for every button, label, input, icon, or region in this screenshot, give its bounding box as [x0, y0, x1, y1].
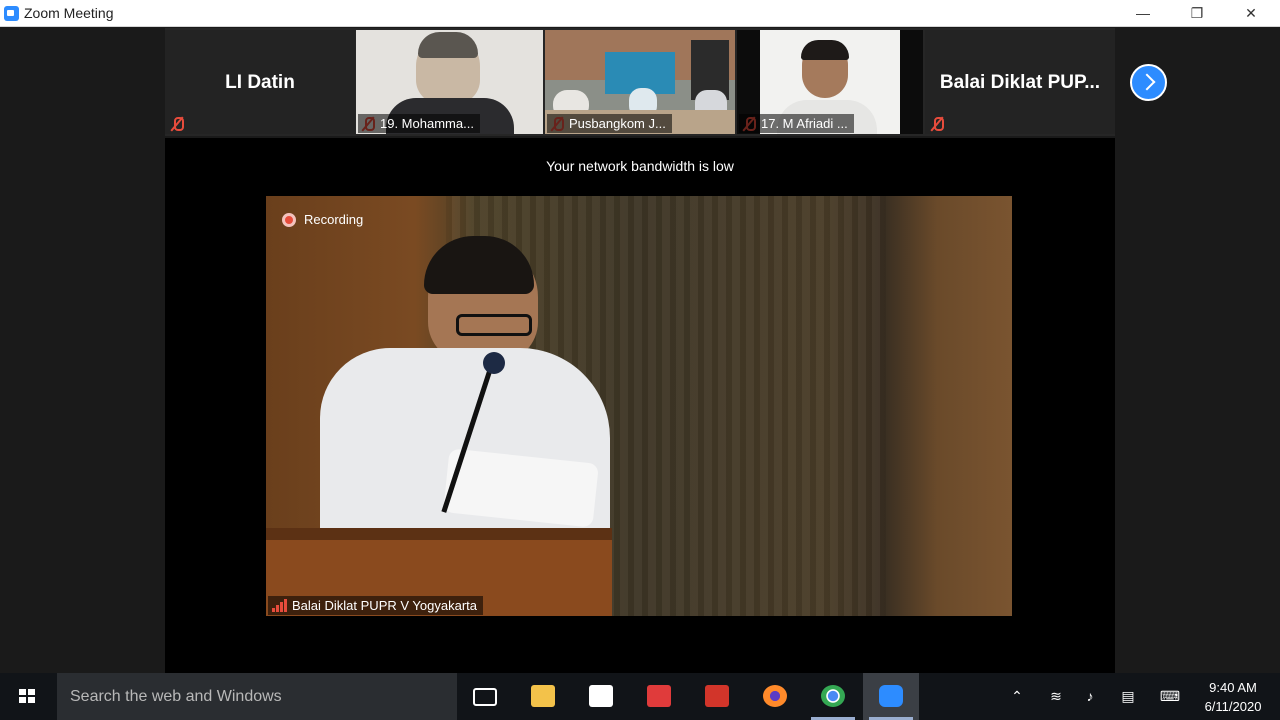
volume-icon[interactable]: ♪: [1078, 673, 1102, 720]
mic-muted-icon: [929, 116, 945, 132]
reader-button[interactable]: [631, 673, 687, 720]
speaker-label: Balai Diklat PUPR V Yogyakarta: [268, 596, 483, 615]
folder-icon: [531, 685, 555, 707]
zoom-taskbar-button[interactable]: [863, 673, 919, 720]
start-button[interactable]: [0, 673, 56, 720]
wifi-icon[interactable]: ≋: [1044, 673, 1068, 720]
zoom-icon: [879, 685, 903, 707]
task-view-icon: [473, 688, 497, 706]
reader-icon: [647, 685, 671, 707]
taskbar-search[interactable]: Search the web and Windows: [57, 673, 457, 720]
store-icon: [589, 685, 613, 707]
taskbar: Search the web and Windows ⌃ ≋ ♪ ▤ ⌨ 9:4…: [0, 673, 1280, 720]
participant-tile[interactable]: LI Datin: [165, 30, 355, 134]
clock-time: 9:40 AM: [1209, 680, 1257, 695]
participant-label: 17. M Afriadi ...: [739, 114, 854, 133]
red-app-button[interactable]: [689, 673, 745, 720]
file-explorer-button[interactable]: [515, 673, 571, 720]
keyboard-icon[interactable]: ⌨: [1152, 673, 1188, 720]
taskbar-clock[interactable]: 9:40 AM 6/11/2020: [1190, 678, 1276, 716]
title-bar: Zoom Meeting — ❐ ✕: [0, 0, 1280, 27]
task-view-button[interactable]: [457, 673, 513, 720]
close-button[interactable]: ✕: [1228, 0, 1274, 27]
participant-tile[interactable]: Balai Diklat PUP...: [925, 30, 1115, 134]
signal-strength-icon: [272, 599, 288, 612]
recording-dot-icon: [282, 213, 296, 227]
windows-logo-icon: [19, 689, 36, 704]
mic-muted-icon: [169, 116, 185, 132]
participant-tile[interactable]: 19. Mohamma...: [356, 30, 543, 134]
restore-button[interactable]: ❐: [1174, 0, 1220, 27]
bandwidth-notice: Your network bandwidth is low: [546, 158, 734, 174]
participant-strip: LI Datin 19. Mohamma... Pusbangkom J...: [165, 28, 1115, 136]
app-icon: [705, 685, 729, 707]
speaker-video: Recording Balai Diklat PUPR V Yogyakarta: [266, 196, 1012, 616]
window-title: Zoom Meeting: [24, 5, 114, 21]
chrome-button[interactable]: [805, 673, 861, 720]
speaker-name: Balai Diklat PUPR V Yogyakarta: [292, 598, 477, 613]
recording-label: Recording: [304, 212, 364, 227]
store-button[interactable]: [573, 673, 629, 720]
minimize-button[interactable]: —: [1120, 0, 1166, 27]
search-placeholder: Search the web and Windows: [70, 688, 282, 705]
participant-label: 19. Mohamma...: [358, 114, 480, 133]
firefox-button[interactable]: [747, 673, 803, 720]
participant-tile[interactable]: Pusbangkom J...: [545, 30, 735, 134]
participant-name: LI Datin: [225, 72, 295, 93]
chevron-up-icon[interactable]: ⌃: [1005, 673, 1029, 720]
meeting-stage: LI Datin 19. Mohamma... Pusbangkom J...: [0, 28, 1280, 673]
chrome-icon: [821, 685, 845, 707]
participant-label: Pusbangkom J...: [547, 114, 672, 133]
clock-date: 6/11/2020: [1204, 699, 1262, 714]
firefox-icon: [763, 685, 787, 707]
recording-indicator: Recording: [282, 212, 363, 227]
active-speaker-view: Your network bandwidth is low Recording: [165, 138, 1115, 673]
participant-tile[interactable]: 17. M Afriadi ...: [737, 30, 923, 134]
zoom-app-icon: [4, 6, 19, 21]
next-page-button[interactable]: [1130, 64, 1167, 101]
notification-icon[interactable]: ▤: [1116, 673, 1140, 720]
participant-name: Balai Diklat PUP...: [939, 72, 1101, 93]
